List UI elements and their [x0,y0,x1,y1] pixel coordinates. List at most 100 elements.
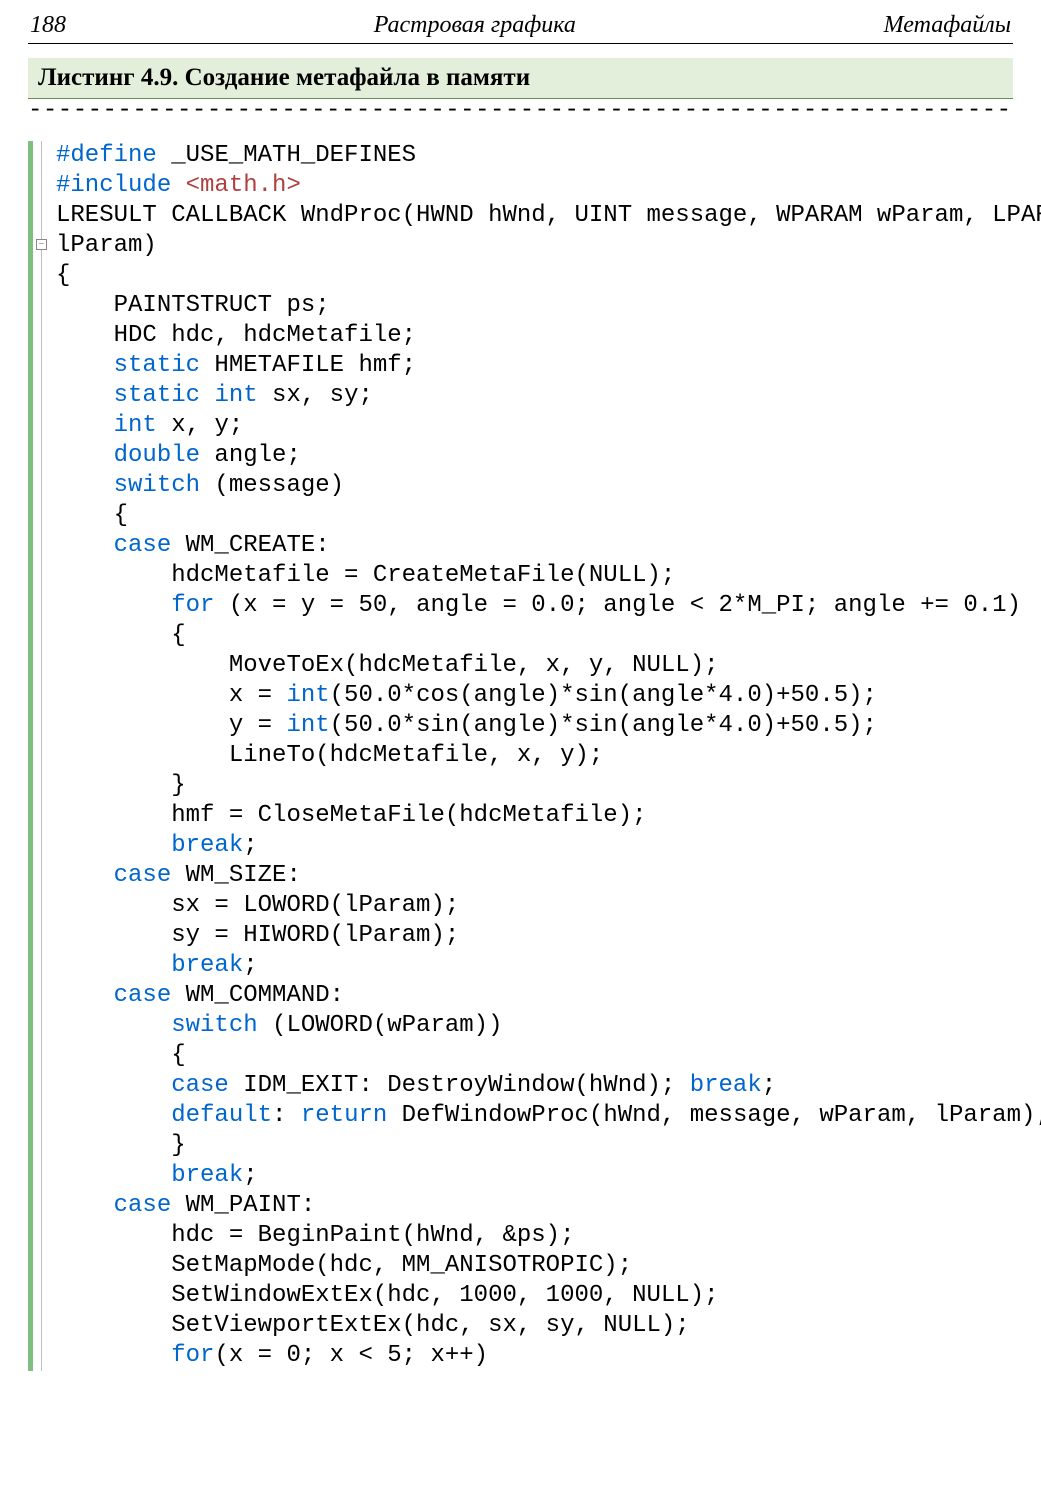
code-token: (50.0*cos(angle)*sin(angle*4.0)+50.5); [330,682,877,709]
header-rule [28,43,1013,44]
code-token: x, y; [157,412,243,439]
code-token: y = [56,712,286,739]
code-token: SetWindowExtEx(hdc, 1000, 1000, NULL); [56,1282,719,1309]
code-token: } [56,1132,186,1159]
code-token: int [214,382,257,409]
code-token: break [690,1072,762,1099]
code-token [171,172,185,199]
code-token: hdcMetafile = CreateMetaFile(NULL); [56,562,675,589]
code-token: switch [171,1012,257,1039]
gutter-fold-line [41,141,42,1371]
code-token: WM_PAINT: [171,1192,315,1219]
code-token: (50.0*sin(angle)*sin(angle*4.0)+50.5); [330,712,877,739]
code-token [56,832,171,859]
code-token: : [272,1102,301,1129]
code-token: (x = y = 50, angle = 0.0; angle < 2*M_PI… [214,592,1021,619]
code-token: DefWindowProc(hWnd, message, wParam, lPa… [387,1102,1041,1129]
code-token: IDM_EXIT: DestroyWindow(hWnd); [229,1072,690,1099]
code-token: switch [114,472,200,499]
code-block: − #define _USE_MATH_DEFINES #include <ma… [28,141,1013,1371]
code-token: x = [56,682,286,709]
code-token: static [114,382,200,409]
code-token: { [56,262,70,289]
listing-dashline: ----------------------------------------… [28,99,1013,119]
code-token: break [171,832,243,859]
code-token: for [171,592,214,619]
code-token: ; [243,832,257,859]
code-token [200,382,214,409]
code-token: SetViewportExtEx(hdc, sx, sy, NULL); [56,1312,690,1339]
code-token: angle; [200,442,301,469]
code-token: ; [762,1072,776,1099]
code-token: break [171,1162,243,1189]
code-token: (LOWORD(wParam)) [258,1012,503,1039]
code-token: default [171,1102,272,1129]
code-token: ; [243,952,257,979]
code-token: sy = HIWORD(lParam); [56,922,459,949]
code-token: lParam) [56,232,157,259]
code-token [56,1162,171,1189]
code-token [56,952,171,979]
code-token: #include [56,172,171,199]
code-token: } [56,772,186,799]
code-token: HMETAFILE hmf; [200,352,416,379]
listing-caption: Листинг 4.9. Создание метафайла в памяти [28,58,1013,99]
code-token: hmf = CloseMetaFile(hdcMetafile); [56,802,647,829]
code-token [56,1342,171,1369]
code-token: int [114,412,157,439]
code-token: double [114,442,200,469]
code-token: int [286,712,329,739]
code-token [56,1192,114,1219]
code-token: case [114,862,172,889]
code-token: case [114,1192,172,1219]
code-token: MoveToEx(hdcMetafile, x, y, NULL); [56,652,719,679]
code-token [56,412,114,439]
code-token: for [171,1342,214,1369]
code-token: { [56,1042,186,1069]
code-token: { [56,622,186,649]
header-left-title: Растровая графика [374,12,576,39]
code-token: case [114,532,172,559]
code-token [56,532,114,559]
code-token: case [171,1072,229,1099]
code-token: sx, sy; [258,382,373,409]
code-token: SetMapMode(hdc, MM_ANISOTROPIC); [56,1252,632,1279]
code-token: static [114,352,200,379]
code-token: hdc = BeginPaint(hWnd, &ps); [56,1222,574,1249]
code-token: <math.h> [186,172,301,199]
code-token: break [171,952,243,979]
code-token [56,1072,171,1099]
code-token: case [114,982,172,1009]
code-token: LineTo(hdcMetafile, x, y); [56,742,603,769]
fold-icon[interactable]: − [36,239,47,250]
code-token: (message) [200,472,344,499]
code-token [56,862,114,889]
code-token [56,442,114,469]
code-token [56,472,114,499]
code-token: (x = 0; x < 5; x++) [214,1342,488,1369]
code-token [56,382,114,409]
code-token: LRESULT CALLBACK WndProc(HWND hWnd, UINT… [56,202,1041,229]
code-token: WM_SIZE: [171,862,301,889]
code-token [56,982,114,1009]
gutter-change-bar [28,141,33,1371]
code-token: ; [243,1162,257,1189]
page-header: 188 Растровая графика Метафайлы [28,12,1013,41]
code-token: return [301,1102,387,1129]
code-token: int [286,682,329,709]
page-number: 188 [30,12,66,39]
code-token: _USE_MATH_DEFINES [157,142,416,169]
code-token: PAINTSTRUCT ps; [56,292,330,319]
code-token: #define [56,142,157,169]
code-token: HDC hdc, hdcMetafile; [56,322,416,349]
code-token [56,1012,171,1039]
code-token: WM_COMMAND: [171,982,344,1009]
code-token: { [56,502,128,529]
code-token: WM_CREATE: [171,532,329,559]
code-token [56,592,171,619]
code-token [56,1102,171,1129]
code-token [56,352,114,379]
code-listing: #define _USE_MATH_DEFINES #include <math… [28,141,1013,1371]
header-right-title: Метафайлы [884,12,1011,39]
code-token: sx = LOWORD(lParam); [56,892,459,919]
